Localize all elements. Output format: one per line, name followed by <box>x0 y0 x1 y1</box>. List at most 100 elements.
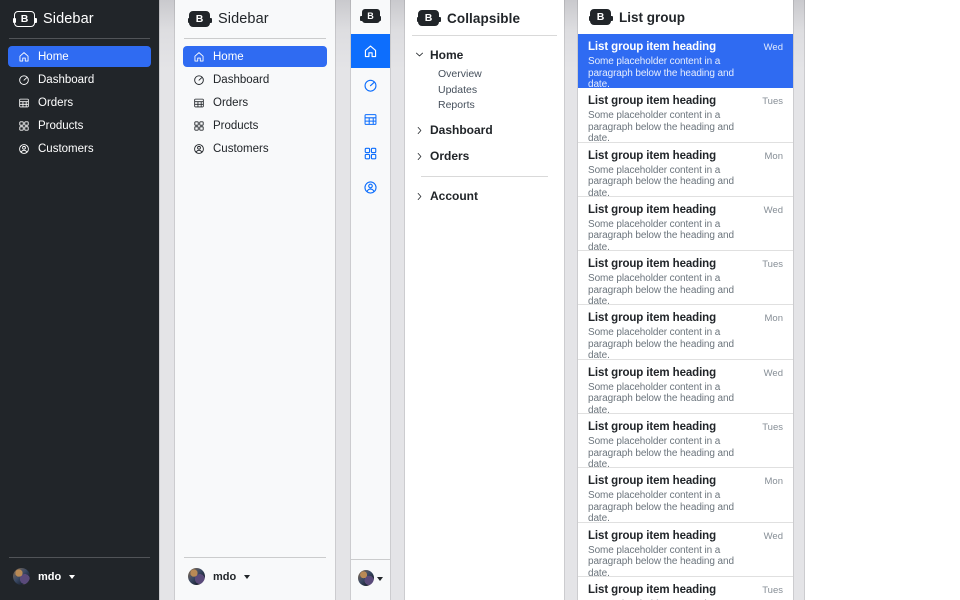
nav-list: Home Dashboard Orders Products Customers <box>0 40 159 165</box>
list-item-date: Wed <box>764 42 783 53</box>
tree-label: Dashboard <box>430 123 493 137</box>
nav-item-label: Products <box>213 120 258 132</box>
list-item[interactable]: List group item headingWed Some placehol… <box>578 34 793 88</box>
main-content-area <box>805 0 960 600</box>
example-divider <box>793 0 805 600</box>
list-item-date: Tues <box>762 259 783 270</box>
example-divider <box>335 0 351 600</box>
brand-link[interactable]: B Collapsible <box>405 0 564 35</box>
nav-item-orders[interactable]: Orders <box>183 92 327 113</box>
avatar <box>13 568 30 585</box>
nav-item-products[interactable] <box>351 136 390 170</box>
caret-down-icon <box>69 575 75 579</box>
tree-toggle-dashboard[interactable]: Dashboard <box>415 121 554 140</box>
divider-line <box>9 38 150 39</box>
list-item-heading: List group item heading <box>588 367 716 379</box>
speedometer-icon <box>193 74 205 86</box>
brand-link[interactable]: B List group <box>578 0 793 34</box>
bootstrap-logo-icon: B <box>362 9 380 23</box>
tree-toggle-account[interactable]: Account <box>415 187 554 206</box>
speedometer-icon <box>363 78 378 93</box>
list-item[interactable]: List group item headingWed Some placehol… <box>578 197 793 251</box>
list-item-heading: List group item heading <box>588 421 716 433</box>
list-item-heading: List group item heading <box>588 530 716 542</box>
user-dropdown[interactable] <box>351 560 390 600</box>
tree-label: Account <box>430 189 478 203</box>
list-item-body: Some placeholder content in a paragraph … <box>588 219 756 254</box>
brand-title: List group <box>619 10 685 25</box>
nav-item-label: Dashboard <box>213 74 269 86</box>
list-item[interactable]: List group item headingWed Some placehol… <box>578 523 793 577</box>
user-dropdown[interactable]: mdo <box>0 559 159 600</box>
divider-line <box>184 557 326 558</box>
user-dropdown[interactable]: mdo <box>175 559 335 600</box>
sidebar-light: B Sidebar Home Dashboard Orders Products… <box>175 0 335 600</box>
brand-title: Sidebar <box>218 11 269 27</box>
nav-item-orders[interactable] <box>351 102 390 136</box>
tree-subitem-overview[interactable]: Overview <box>438 67 554 83</box>
nav-item-home[interactable]: Home <box>183 46 327 67</box>
list-item[interactable]: List group item headingMon Some placehol… <box>578 468 793 522</box>
bootstrap-logo-icon: B <box>418 10 439 26</box>
divider-line <box>421 176 548 177</box>
nav-item-products[interactable]: Products <box>183 115 327 136</box>
list-item[interactable]: List group item headingMon Some placehol… <box>578 305 793 359</box>
list-item-body: Some placeholder content in a paragraph … <box>588 56 756 91</box>
grid-icon <box>363 146 378 161</box>
sidebar-dark: B Sidebar Home Dashboard Orders Products… <box>0 0 159 600</box>
list-item-date: Tues <box>762 585 783 596</box>
bootstrap-logo-icon: B <box>14 11 35 27</box>
brand-link[interactable]: B <box>351 0 390 23</box>
example-divider <box>390 0 405 600</box>
nav-item-customers[interactable]: Customers <box>8 138 151 159</box>
list-item-body: Some placeholder content in a paragraph … <box>588 327 756 362</box>
tree-subitem-updates[interactable]: Updates <box>438 83 554 99</box>
tree-toggle-home[interactable]: Home <box>415 45 554 64</box>
brand-link[interactable]: B Sidebar <box>175 0 335 37</box>
speedometer-icon <box>18 74 30 86</box>
list-item[interactable]: List group item headingTues Some placeho… <box>578 414 793 468</box>
nav-item-dashboard[interactable] <box>351 68 390 102</box>
brand-link[interactable]: B Sidebar <box>0 0 159 37</box>
nav-item-label: Home <box>38 51 69 63</box>
list-item-body: Some placeholder content in a paragraph … <box>588 273 756 308</box>
nav-item-dashboard[interactable]: Dashboard <box>8 69 151 90</box>
user-name: mdo <box>38 571 61 583</box>
table-icon <box>363 112 378 127</box>
nav-item-home[interactable]: Home <box>8 46 151 67</box>
list-item-heading: List group item heading <box>588 258 716 270</box>
caret-down-icon <box>244 575 250 579</box>
nav-item-orders[interactable]: Orders <box>8 92 151 113</box>
list-item[interactable]: List group item headingMon Some placehol… <box>578 143 793 197</box>
spacer <box>175 165 335 556</box>
list-item-date: Wed <box>764 368 783 379</box>
list-item[interactable]: List group item heading Tues Some placeho… <box>578 251 793 305</box>
avatar <box>188 568 205 585</box>
nav-item-products[interactable]: Products <box>8 115 151 136</box>
nav-item-dashboard[interactable]: Dashboard <box>183 69 327 90</box>
list-item-heading: List group item heading <box>588 150 716 162</box>
brand-title: Sidebar <box>43 11 94 27</box>
list-item-heading: List group item heading <box>588 584 716 596</box>
tree-toggle-orders[interactable]: Orders <box>415 147 554 166</box>
nav-item-customers[interactable] <box>351 170 390 204</box>
person-circle-icon <box>363 180 378 195</box>
caret-down-icon <box>377 577 383 581</box>
house-icon <box>193 51 205 63</box>
list-item[interactable]: List group item headingTues Some placeho… <box>578 88 793 142</box>
tree-subitem-reports[interactable]: Reports <box>438 98 554 114</box>
nav-item-label: Dashboard <box>38 74 94 86</box>
example-divider <box>564 0 578 600</box>
grid-icon <box>193 120 205 132</box>
list-item[interactable]: List group item headingWed Some placehol… <box>578 360 793 414</box>
sidebar-list-group: B List group List group item headingWed … <box>578 0 793 600</box>
nav-item-label: Home <box>213 51 244 63</box>
nav-item-home[interactable] <box>351 34 390 68</box>
list-item[interactable]: List group item headingTues Some placeho… <box>578 577 793 600</box>
list-item-heading: List group item heading <box>588 312 716 324</box>
nav-item-customers[interactable]: Customers <box>183 138 327 159</box>
list-item-heading: List group item heading <box>588 204 716 216</box>
grid-icon <box>18 120 30 132</box>
list-item-date: Tues <box>762 422 783 433</box>
bootstrap-logo-icon: B <box>590 9 611 25</box>
